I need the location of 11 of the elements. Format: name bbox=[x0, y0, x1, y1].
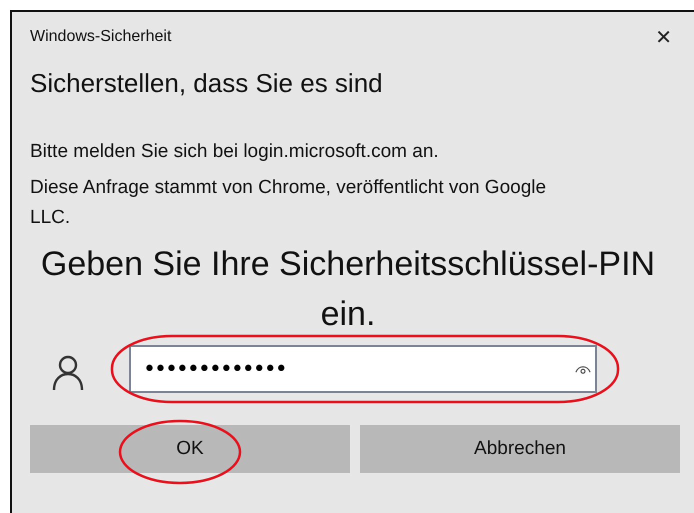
dialog-button[interactable]: OK bbox=[30, 425, 350, 473]
dialog-button[interactable]: Abbrechen bbox=[360, 425, 680, 473]
window-title: Windows-Sicherheit bbox=[30, 28, 172, 46]
user-icon bbox=[52, 355, 84, 391]
pin-prompt: Geben Sie Ihre Sicherheitsschlüssel-PIN ein. bbox=[40, 244, 656, 335]
message-text: Diese Anfrage stammt von Chrome, veröffentlicht von Google LLC. bbox=[30, 176, 548, 230]
dialog-heading: Sicherstellen, dass Sie es sind bbox=[30, 68, 384, 99]
eye-icon[interactable] bbox=[575, 364, 591, 374]
message-text: Bitte melden Sie sich bei login.microsoft.com an. bbox=[30, 140, 440, 164]
pin-field[interactable]: ••••••••••••• bbox=[129, 345, 597, 393]
close-button[interactable]: ✕ bbox=[649, 25, 678, 49]
